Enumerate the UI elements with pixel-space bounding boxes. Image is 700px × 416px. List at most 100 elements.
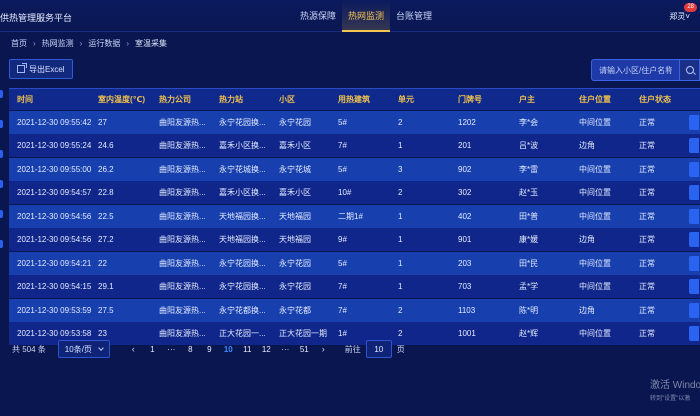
row-action-button[interactable] (689, 326, 699, 341)
col-indoor-temp[interactable]: 室内温度(℃) (98, 94, 159, 105)
cell-community: 永宁花园 (279, 117, 311, 127)
page-ellipsis[interactable]: ··· (162, 345, 181, 354)
cell-location: 中间位置 (579, 188, 611, 197)
goto-page-input[interactable] (365, 340, 392, 358)
cell-heat-station: 永宁花园换... (219, 282, 266, 291)
cell-heat-company: 曲阳友源热... (159, 164, 206, 174)
table-row[interactable]: 2021-12-30 09:55:24 24.6 曲阳友源热... 嘉禾小区换... 嘉… (9, 134, 700, 157)
cell-status: 正常 (639, 282, 655, 291)
cell-status: 正常 (639, 141, 655, 150)
cell-heat-station: 永宁花城换... (219, 164, 266, 174)
cell-building: 二期1# (338, 211, 363, 221)
cell-heat-company: 曲阳友源热... (159, 258, 206, 268)
row-action-button[interactable] (689, 138, 699, 153)
cell-building: 7# (338, 305, 347, 315)
top-header: 供热管理服务平台 热源保障 热网监测 台账管理 郑灵˅ 28 (0, 0, 700, 32)
table-row[interactable]: 2021-12-30 09:54:56 22.5 曲阳友源热... 天地福园换... 天… (9, 204, 700, 228)
chevron-right-icon: › (33, 39, 36, 48)
table-row[interactable]: 2021-12-30 09:53:59 27.5 曲阳友源热... 永宁花都换... 永… (9, 298, 700, 322)
cell-heat-station: 永宁花都换... (219, 305, 266, 315)
cell-location: 中间位置 (579, 282, 611, 291)
table-row[interactable]: 2021-12-30 09:54:15 29.1 曲阳友源热... 永宁花园换... 永… (9, 275, 700, 298)
nav-heat-source[interactable]: 热源保障 (294, 0, 342, 32)
search-box (591, 59, 700, 81)
row-action-cell (689, 279, 700, 294)
user-menu[interactable]: 郑灵˅ (669, 11, 690, 22)
page-number[interactable]: 8 (181, 345, 200, 354)
cell-location: 边角 (579, 141, 595, 150)
cell-owner: 李*雷 (519, 164, 539, 174)
watermark-line2: 转到"设置"以激 (650, 396, 691, 402)
cell-heat-station: 正大花园一... (219, 329, 266, 338)
cell-unit: 3 (398, 164, 403, 174)
col-door-number[interactable]: 门牌号 (458, 94, 519, 105)
cell-owner: 吕*波 (519, 141, 539, 150)
table-row[interactable]: 2021-12-30 09:54:57 22.8 曲阳友源热... 嘉禾小区换... 嘉… (9, 181, 700, 204)
cell-heat-company: 曲阳友源热... (159, 141, 206, 150)
table-row[interactable]: 2021-12-30 09:55:42 27 曲阳友源热... 永宁花园换... 永宁花… (9, 110, 700, 134)
cell-location: 边角 (579, 305, 595, 315)
page-ellipsis[interactable]: ··· (276, 345, 295, 354)
row-action-button[interactable] (689, 185, 699, 200)
row-action-button[interactable] (689, 279, 699, 294)
row-action-button[interactable] (689, 114, 699, 130)
cell-heat-station: 嘉禾小区换... (219, 141, 266, 150)
export-excel-button[interactable]: 导出Excel (9, 59, 73, 79)
cell-door-number: 1001 (458, 329, 476, 338)
chevron-down-icon: ˅ (685, 12, 690, 21)
breadcrumb-home[interactable]: 首页 (11, 38, 27, 49)
row-action-cell (689, 255, 700, 271)
table-row[interactable]: 2021-12-30 09:54:21 22 曲阳友源热... 永宁花园换... 永宁花… (9, 251, 700, 275)
temperature-table: 时间 室内温度(℃) 热力公司 热力站 小区 用热建筑 单元 门牌号 户主 住户… (9, 88, 700, 345)
col-status[interactable]: 住户状态 (639, 94, 689, 105)
cell-unit: 1 (398, 141, 403, 150)
row-action-button[interactable] (689, 208, 699, 224)
cell-building: 7# (338, 141, 347, 150)
notification-badge: 28 (684, 3, 697, 12)
breadcrumb-heat-network[interactable]: 热网监测 (42, 38, 74, 49)
col-unit[interactable]: 单元 (398, 94, 458, 105)
col-location[interactable]: 住户位置 (579, 94, 639, 105)
next-page-button[interactable]: › (314, 344, 333, 354)
nav-ledger[interactable]: 台账管理 (390, 0, 438, 32)
nav-heat-network[interactable]: 热网监测 (342, 0, 391, 32)
col-owner[interactable]: 户主 (519, 94, 579, 105)
col-heat-station[interactable]: 热力站 (219, 94, 279, 105)
breadcrumb-operation-data[interactable]: 运行数据 (88, 38, 120, 49)
cell-door-number: 703 (458, 282, 472, 291)
col-heat-company[interactable]: 热力公司 (159, 94, 219, 105)
page-number[interactable]: 1 (143, 345, 162, 354)
row-action-button[interactable] (689, 255, 699, 271)
cell-indoor-temp: 23 (98, 329, 107, 338)
page-number[interactable]: 9 (200, 345, 219, 354)
cell-location: 中间位置 (579, 117, 611, 127)
cell-door-number: 402 (458, 211, 472, 221)
table-row[interactable]: 2021-12-30 09:54:56 27.2 曲阳友源热... 天地福园换... 天… (9, 228, 700, 251)
col-building[interactable]: 用热建筑 (338, 94, 398, 105)
row-action-button[interactable] (689, 161, 699, 177)
watermark-line1: 激活 Windo (650, 380, 700, 391)
cell-status: 正常 (639, 164, 655, 174)
export-icon (17, 63, 27, 73)
cell-owner: 田*民 (519, 258, 539, 268)
cell-building: 1# (338, 329, 347, 338)
cell-indoor-temp: 22 (98, 258, 107, 268)
search-input[interactable] (591, 59, 679, 81)
page-number[interactable]: 12 (257, 345, 276, 354)
cell-owner: 李*会 (519, 117, 539, 127)
cell-building: 5# (338, 117, 347, 127)
search-button[interactable] (679, 59, 700, 81)
page-number[interactable]: 10 (219, 345, 238, 354)
col-community[interactable]: 小区 (279, 94, 338, 105)
col-time[interactable]: 时间 (9, 94, 98, 105)
table-row[interactable]: 2021-12-30 09:55:00 26.2 曲阳友源热... 永宁花城换... 永… (9, 157, 700, 181)
cell-status: 正常 (639, 117, 655, 127)
cell-building: 10# (338, 188, 352, 197)
row-action-button[interactable] (689, 302, 699, 318)
row-action-button[interactable] (689, 232, 699, 247)
page-size-select[interactable]: 10条/页 (57, 340, 110, 358)
page-number[interactable]: 11 (238, 345, 257, 354)
page-number[interactable]: 51 (295, 345, 314, 354)
prev-page-button[interactable]: ‹ (124, 344, 143, 354)
table-body: 2021-12-30 09:55:42 27 曲阳友源热... 永宁花园换... 永宁花… (9, 110, 700, 345)
